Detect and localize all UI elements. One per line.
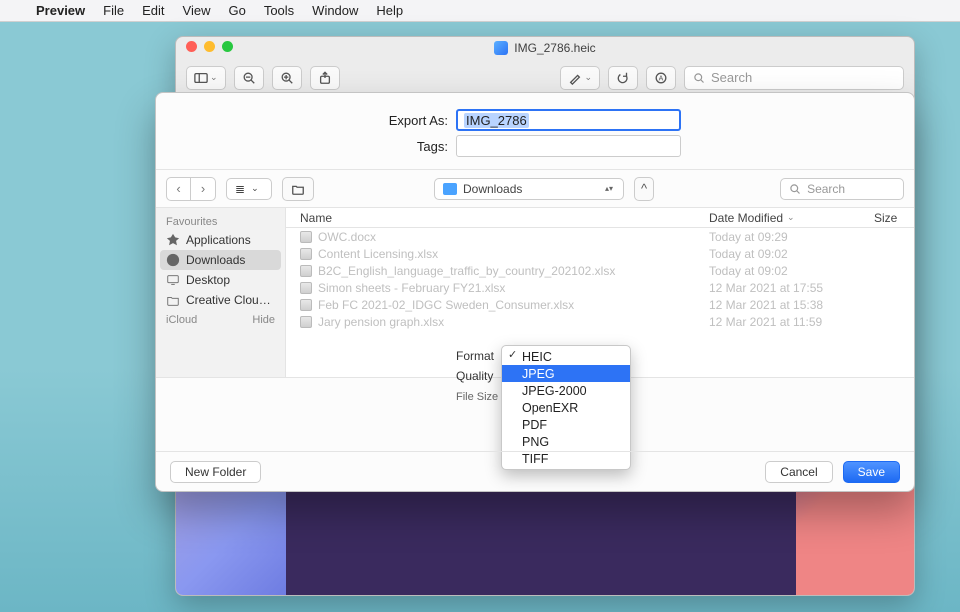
tags-label: Tags: (156, 139, 456, 154)
format-option-jpeg[interactable]: JPEG (502, 365, 630, 382)
location-search[interactable]: Search (780, 178, 904, 200)
downloads-folder-icon (443, 183, 457, 195)
file-row[interactable]: Jary pension graph.xlsx 12 Mar 2021 at 1… (286, 313, 914, 330)
toolbar-search-placeholder: Search (711, 70, 752, 85)
location-popup-value: Downloads (463, 182, 522, 196)
share-button[interactable] (310, 66, 340, 90)
titlebar: IMG_2786.heic (176, 37, 914, 59)
tags-field[interactable] (456, 135, 681, 157)
folder-icon (291, 182, 305, 196)
sheet-footer: New Folder Cancel Save (156, 451, 914, 491)
location-popup[interactable]: Downloads ▴▾ (434, 178, 624, 200)
menu-tools[interactable]: Tools (264, 3, 294, 18)
location-search-placeholder: Search (807, 182, 845, 196)
macos-menubar: Preview File Edit View Go Tools Window H… (0, 0, 960, 22)
filesize-label: File Size (456, 391, 498, 403)
nav-forward-button[interactable]: › (191, 178, 215, 200)
search-icon (693, 72, 705, 84)
new-folder-button[interactable]: New Folder (170, 461, 261, 483)
annotations-button[interactable]: A (646, 66, 676, 90)
nav-back-forward: ‹ › (166, 177, 216, 201)
desktop-icon (166, 273, 180, 287)
format-option-pdf[interactable]: PDF (502, 416, 630, 433)
applications-icon (166, 233, 180, 247)
cancel-button[interactable]: Cancel (765, 461, 832, 483)
location-toolbar: ‹ › ≣⌄ Downloads ▴▾ ^ Search (156, 170, 914, 208)
file-row[interactable]: Content Licensing.xlsx Today at 09:02 (286, 245, 914, 262)
zoom-button[interactable] (222, 41, 233, 52)
sidebar-item-label: Applications (186, 233, 251, 247)
format-option-openexr[interactable]: OpenEXR (502, 399, 630, 416)
format-option-png[interactable]: PNG (502, 433, 630, 450)
column-date[interactable]: Date Modified ⌄ (709, 211, 874, 225)
format-label: Format (456, 349, 498, 369)
sidebar-toggle-button[interactable]: ⌄ (186, 66, 226, 90)
file-row[interactable]: OWC.docx Today at 09:29 (286, 228, 914, 245)
export-sheet: Export As: IMG_2786 Tags: ‹ › ≣⌄ Downloa… (155, 92, 915, 492)
sheet-header: Export As: IMG_2786 Tags: (156, 93, 914, 170)
group-button[interactable] (282, 177, 314, 201)
minimize-button[interactable] (204, 41, 215, 52)
file-row[interactable]: Simon sheets - February FY21.xlsx 12 Mar… (286, 279, 914, 296)
folder-icon (166, 293, 180, 307)
menu-window[interactable]: Window (312, 3, 358, 18)
menu-go[interactable]: Go (228, 3, 245, 18)
column-name[interactable]: Name (286, 211, 709, 225)
export-as-field[interactable]: IMG_2786 (456, 109, 681, 131)
downloads-icon (166, 253, 180, 267)
column-size[interactable]: Size (874, 211, 914, 225)
file-list-header: Name Date Modified ⌄ Size (286, 208, 914, 228)
export-as-label: Export As: (156, 113, 456, 128)
menu-file[interactable]: File (103, 3, 124, 18)
collapse-button[interactable]: ^ (634, 177, 654, 201)
sidebar-item-label: Creative Clou… (186, 293, 271, 307)
menu-view[interactable]: View (183, 3, 211, 18)
format-option-heic[interactable]: HEIC (502, 348, 630, 365)
sidebar-heading-favourites: Favourites (156, 214, 285, 230)
file-row[interactable]: Feb FC 2021-02_IDGC Sweden_Consumer.xlsx… (286, 296, 914, 313)
menu-edit[interactable]: Edit (142, 3, 164, 18)
zoom-in-button[interactable] (272, 66, 302, 90)
window-controls (186, 41, 233, 52)
sidebar-item-desktop[interactable]: Desktop (156, 270, 285, 290)
file-proxy-icon (494, 41, 508, 55)
close-button[interactable] (186, 41, 197, 52)
window-title: IMG_2786.heic (514, 41, 595, 55)
sidebar: Favourites Applications Downloads Deskto… (156, 208, 286, 377)
rotate-button[interactable] (608, 66, 638, 90)
search-icon (789, 183, 801, 195)
menu-help[interactable]: Help (376, 3, 403, 18)
doc-icon (300, 299, 312, 311)
sidebar-hide-button[interactable]: Hide (252, 314, 275, 326)
svg-text:A: A (659, 75, 664, 82)
doc-icon (300, 265, 312, 277)
doc-icon (300, 316, 312, 328)
sidebar-item-creative-cloud[interactable]: Creative Clou… (156, 290, 285, 310)
toolbar-search[interactable]: Search (684, 66, 904, 90)
doc-icon (300, 282, 312, 294)
doc-icon (300, 231, 312, 243)
file-row[interactable]: B2C_English_language_traffic_by_country_… (286, 262, 914, 279)
sidebar-item-label: Desktop (186, 273, 230, 287)
format-panel: Format Quality File Size (456, 349, 498, 403)
save-button[interactable]: Save (843, 461, 900, 483)
view-style-popup[interactable]: ≣⌄ (226, 178, 272, 200)
nav-back-button[interactable]: ‹ (167, 178, 191, 200)
zoom-out-button[interactable] (234, 66, 264, 90)
format-option-jpeg2000[interactable]: JPEG-2000 (502, 382, 630, 399)
sort-indicator-icon: ⌄ (787, 212, 795, 223)
sidebar-item-downloads[interactable]: Downloads (160, 250, 281, 270)
sidebar-item-applications[interactable]: Applications (156, 230, 285, 250)
export-as-value: IMG_2786 (464, 113, 529, 128)
sidebar-heading-icloud: iCloud (166, 314, 197, 326)
app-menu-preview[interactable]: Preview (36, 3, 85, 18)
markup-button[interactable]: ⌄ (560, 66, 600, 90)
sidebar-item-label: Downloads (186, 253, 245, 267)
stepper-icon: ▴▾ (605, 179, 621, 199)
doc-icon (300, 248, 312, 260)
quality-label: Quality (456, 369, 498, 389)
